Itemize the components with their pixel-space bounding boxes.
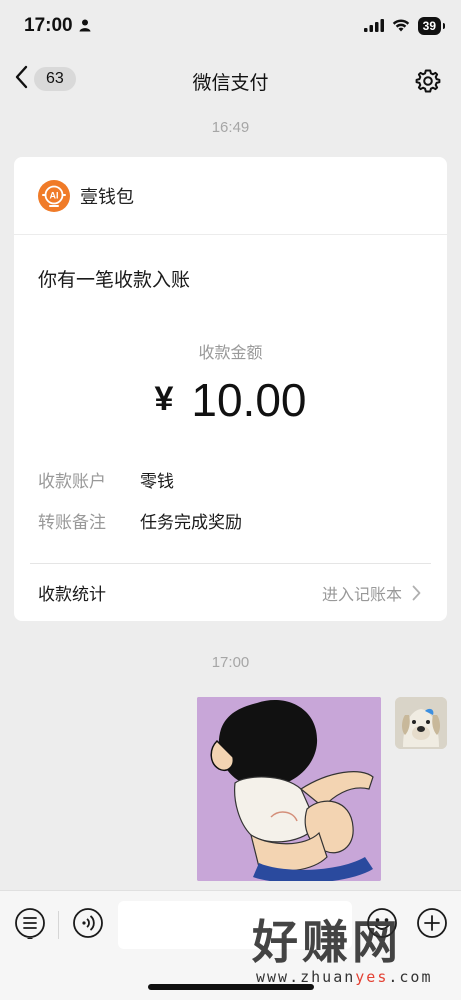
- open-ledger-label: 进入记账本: [321, 584, 402, 604]
- list-icon: [15, 908, 45, 941]
- page-title: 微信支付: [192, 71, 269, 94]
- detail-value: 任务完成奖励: [140, 513, 242, 533]
- brand-name: 壹钱包: [80, 186, 134, 208]
- watermark-title: 好赚网: [252, 915, 402, 969]
- nav-bar: 63 微信支付: [0, 54, 461, 108]
- cartoon-sticker-image: [197, 697, 381, 881]
- toolbar-divider: [58, 911, 59, 939]
- sticker-image-message[interactable]: [197, 697, 381, 881]
- detail-row-account: 收款账户 零钱: [38, 467, 174, 492]
- amount-label: 收款金额: [198, 343, 263, 362]
- ledger-link[interactable]: 收款统计 进入记账本: [14, 564, 447, 621]
- status-right: 39: [363, 17, 446, 36]
- status-left: 17:00: [24, 15, 91, 37]
- detail-value: 零钱: [140, 472, 174, 492]
- status-bar: 17:00 39: [0, 0, 461, 52]
- menu-button[interactable]: [14, 907, 46, 943]
- dog-avatar-image: [395, 697, 447, 749]
- status-time: 17:00: [24, 15, 73, 36]
- brand-logo: AI: [38, 179, 70, 212]
- battery-indicator: 39: [417, 17, 446, 35]
- message-timestamp: 17:00: [211, 654, 250, 671]
- robot-icon: AI: [42, 185, 66, 207]
- message-timestamp: 16:49: [211, 119, 250, 136]
- signal-icon: [363, 17, 384, 36]
- person-icon: [79, 17, 91, 36]
- voice-icon: [73, 908, 103, 938]
- wifi-icon: [392, 17, 410, 36]
- detail-key: 转账备注: [38, 513, 106, 533]
- currency-symbol: ¥: [154, 380, 174, 418]
- card-header: AI 壹钱包: [14, 157, 447, 235]
- detail-key: 收款账户: [38, 472, 106, 492]
- brand-logo-text: AI: [50, 190, 59, 200]
- ledger-stats-label: 收款统计: [38, 585, 106, 605]
- voice-button[interactable]: [72, 907, 104, 943]
- amount-display: ¥10.00: [14, 373, 447, 427]
- open-ledger-link[interactable]: 进入记账本: [322, 581, 421, 605]
- back-button[interactable]: 63: [14, 65, 76, 93]
- payment-notification-card[interactable]: AI 壹钱包 你有一笔收款入账 收款金额 ¥10.00 收款账户 零钱 转账备注…: [14, 157, 447, 621]
- chevron-left-icon: [14, 65, 28, 93]
- watermark: 好赚网 www.zhuanyes.com: [252, 906, 452, 996]
- unread-count-badge: 63: [34, 67, 76, 91]
- chevron-right-icon: [412, 585, 421, 600]
- detail-row-remark: 转账备注 任务完成奖励: [38, 508, 242, 533]
- settings-button[interactable]: [415, 68, 441, 98]
- home-indicator: [148, 984, 314, 990]
- avatar[interactable]: [395, 697, 447, 749]
- gear-icon: [415, 69, 441, 93]
- card-title: 你有一笔收款入账: [38, 269, 191, 291]
- amount-value: 10.00: [191, 374, 307, 426]
